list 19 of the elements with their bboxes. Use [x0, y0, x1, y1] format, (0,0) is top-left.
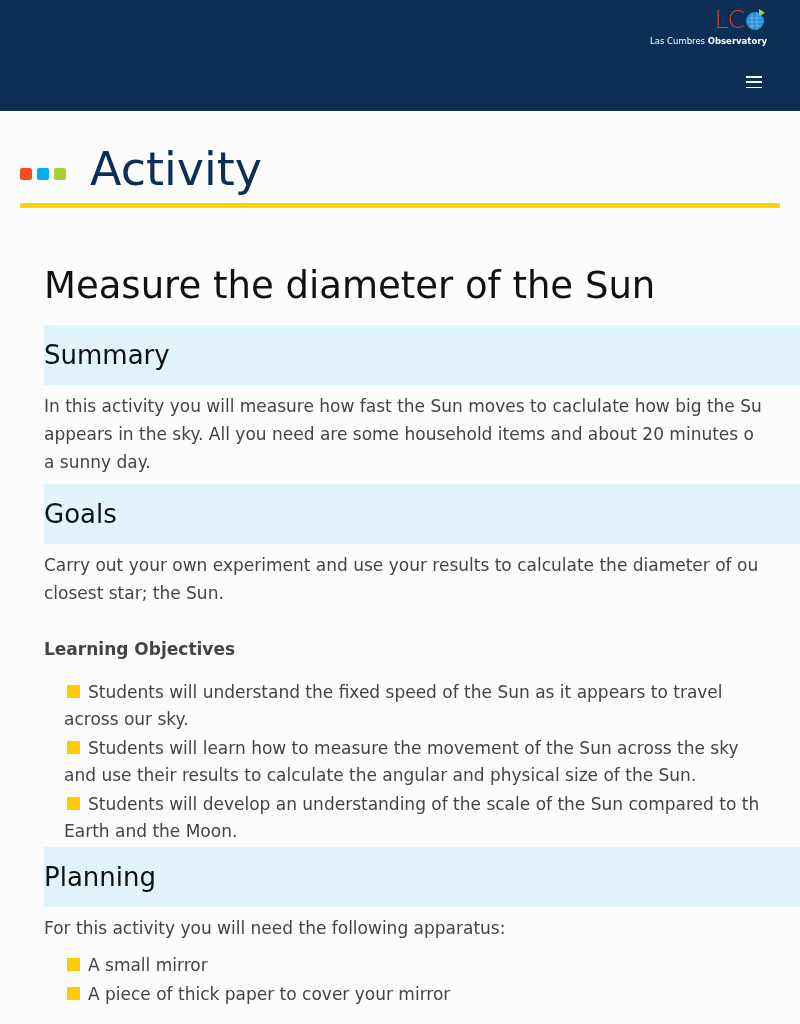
list-item: Students will learn how to measure the movement of the Sun across the sky and use their results to calculate the angular and physical size of the Sun.	[64, 737, 740, 787]
menu-button[interactable]	[746, 76, 762, 88]
subheading: Learning Objectives	[44, 639, 237, 659]
activity-title: Measure the diameter of the Sun	[44, 264, 657, 307]
globe-icon	[745, 9, 767, 31]
list-item: A piece of thick paper to cover your mirror	[64, 981, 800, 1008]
section-heading: Goals	[44, 484, 800, 544]
paragraph: In this activity you will measure how fast the Sun moves to caclulate how big the Su appears in the sky. All you need are some household items and about 20 minutes o a sunny day.	[44, 395, 763, 474]
paragraph: Carry out your own experiment and use your results to calculate the diameter of ou closest star; the Sun.	[44, 554, 760, 605]
page-title: Activity	[90, 141, 263, 197]
logo-text: Las Cumbres Observatory	[650, 36, 767, 46]
list-item: A small mirror	[64, 952, 800, 979]
section-heading: Summary	[44, 325, 800, 385]
section-heading: Planning	[44, 847, 800, 907]
squares-icon	[20, 168, 66, 180]
list-item: Students will develop an understanding of the scale of the Sun compared to th Earth and the Moon.	[64, 793, 761, 843]
list-item: Students will understand the fixed speed of the Sun as it appears to travel across our sky.	[64, 681, 724, 731]
logo-letters: LC	[714, 6, 744, 34]
paragraph: For this activity you will need the following apparatus:	[44, 917, 507, 940]
